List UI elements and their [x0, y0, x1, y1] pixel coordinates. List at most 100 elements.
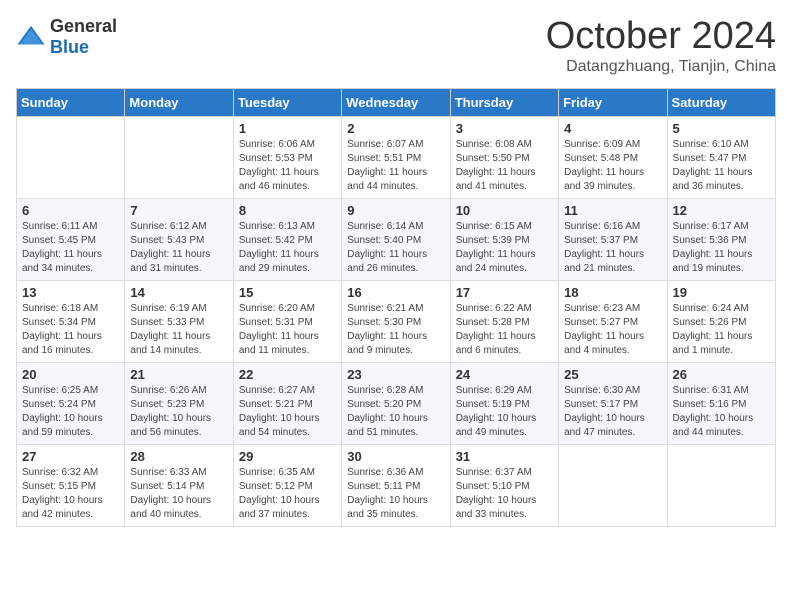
day-detail: Sunrise: 6:25 AMSunset: 5:24 PMDaylight:… — [22, 385, 103, 438]
day-detail: Sunrise: 6:18 AMSunset: 5:34 PMDaylight:… — [22, 303, 102, 356]
page-header: General Blue October 2024 Datangzhuang, … — [16, 16, 776, 76]
day-detail: Sunrise: 6:17 AMSunset: 5:36 PMDaylight:… — [673, 221, 753, 274]
table-row: 13 Sunrise: 6:18 AMSunset: 5:34 PMDaylig… — [17, 280, 125, 362]
day-detail: Sunrise: 6:19 AMSunset: 5:33 PMDaylight:… — [130, 303, 210, 356]
header-thursday: Thursday — [450, 88, 558, 116]
table-row: 7 Sunrise: 6:12 AMSunset: 5:43 PMDayligh… — [125, 198, 233, 280]
calendar-week-row: 27 Sunrise: 6:32 AMSunset: 5:15 PMDaylig… — [17, 444, 776, 526]
table-row: 30 Sunrise: 6:36 AMSunset: 5:11 PMDaylig… — [342, 444, 450, 526]
day-detail: Sunrise: 6:15 AMSunset: 5:39 PMDaylight:… — [456, 221, 536, 274]
table-row: 12 Sunrise: 6:17 AMSunset: 5:36 PMDaylig… — [667, 198, 775, 280]
logo-icon — [16, 22, 46, 52]
header-saturday: Saturday — [667, 88, 775, 116]
table-row: 21 Sunrise: 6:26 AMSunset: 5:23 PMDaylig… — [125, 362, 233, 444]
day-detail: Sunrise: 6:07 AMSunset: 5:51 PMDaylight:… — [347, 139, 427, 192]
table-row — [559, 444, 667, 526]
day-detail: Sunrise: 6:20 AMSunset: 5:31 PMDaylight:… — [239, 303, 319, 356]
day-number: 5 — [673, 121, 770, 136]
day-detail: Sunrise: 6:12 AMSunset: 5:43 PMDaylight:… — [130, 221, 210, 274]
day-number: 28 — [130, 449, 227, 464]
day-number: 27 — [22, 449, 119, 464]
day-detail: Sunrise: 6:14 AMSunset: 5:40 PMDaylight:… — [347, 221, 427, 274]
table-row: 2 Sunrise: 6:07 AMSunset: 5:51 PMDayligh… — [342, 116, 450, 198]
table-row: 31 Sunrise: 6:37 AMSunset: 5:10 PMDaylig… — [450, 444, 558, 526]
table-row: 24 Sunrise: 6:29 AMSunset: 5:19 PMDaylig… — [450, 362, 558, 444]
location-title: Datangzhuang, Tianjin, China — [546, 58, 776, 76]
day-detail: Sunrise: 6:28 AMSunset: 5:20 PMDaylight:… — [347, 385, 428, 438]
day-number: 12 — [673, 203, 770, 218]
weekday-header-row: Sunday Monday Tuesday Wednesday Thursday… — [17, 88, 776, 116]
day-detail: Sunrise: 6:30 AMSunset: 5:17 PMDaylight:… — [564, 385, 645, 438]
day-number: 16 — [347, 285, 444, 300]
table-row: 10 Sunrise: 6:15 AMSunset: 5:39 PMDaylig… — [450, 198, 558, 280]
table-row — [125, 116, 233, 198]
day-number: 31 — [456, 449, 553, 464]
table-row: 20 Sunrise: 6:25 AMSunset: 5:24 PMDaylig… — [17, 362, 125, 444]
day-number: 23 — [347, 367, 444, 382]
day-number: 25 — [564, 367, 661, 382]
table-row: 3 Sunrise: 6:08 AMSunset: 5:50 PMDayligh… — [450, 116, 558, 198]
table-row — [667, 444, 775, 526]
day-number: 24 — [456, 367, 553, 382]
day-number: 2 — [347, 121, 444, 136]
logo: General Blue — [16, 16, 117, 58]
table-row: 23 Sunrise: 6:28 AMSunset: 5:20 PMDaylig… — [342, 362, 450, 444]
day-number: 15 — [239, 285, 336, 300]
day-number: 1 — [239, 121, 336, 136]
header-tuesday: Tuesday — [233, 88, 341, 116]
day-detail: Sunrise: 6:33 AMSunset: 5:14 PMDaylight:… — [130, 467, 211, 520]
day-detail: Sunrise: 6:09 AMSunset: 5:48 PMDaylight:… — [564, 139, 644, 192]
title-block: October 2024 Datangzhuang, Tianjin, Chin… — [546, 16, 776, 76]
day-detail: Sunrise: 6:24 AMSunset: 5:26 PMDaylight:… — [673, 303, 753, 356]
table-row: 19 Sunrise: 6:24 AMSunset: 5:26 PMDaylig… — [667, 280, 775, 362]
day-detail: Sunrise: 6:36 AMSunset: 5:11 PMDaylight:… — [347, 467, 428, 520]
day-number: 10 — [456, 203, 553, 218]
day-detail: Sunrise: 6:13 AMSunset: 5:42 PMDaylight:… — [239, 221, 319, 274]
calendar-week-row: 1 Sunrise: 6:06 AMSunset: 5:53 PMDayligh… — [17, 116, 776, 198]
table-row: 25 Sunrise: 6:30 AMSunset: 5:17 PMDaylig… — [559, 362, 667, 444]
day-detail: Sunrise: 6:31 AMSunset: 5:16 PMDaylight:… — [673, 385, 754, 438]
day-detail: Sunrise: 6:23 AMSunset: 5:27 PMDaylight:… — [564, 303, 644, 356]
header-wednesday: Wednesday — [342, 88, 450, 116]
table-row: 28 Sunrise: 6:33 AMSunset: 5:14 PMDaylig… — [125, 444, 233, 526]
day-detail: Sunrise: 6:27 AMSunset: 5:21 PMDaylight:… — [239, 385, 320, 438]
day-detail: Sunrise: 6:08 AMSunset: 5:50 PMDaylight:… — [456, 139, 536, 192]
day-detail: Sunrise: 6:10 AMSunset: 5:47 PMDaylight:… — [673, 139, 753, 192]
day-number: 7 — [130, 203, 227, 218]
table-row — [17, 116, 125, 198]
day-number: 6 — [22, 203, 119, 218]
day-detail: Sunrise: 6:16 AMSunset: 5:37 PMDaylight:… — [564, 221, 644, 274]
day-detail: Sunrise: 6:22 AMSunset: 5:28 PMDaylight:… — [456, 303, 536, 356]
table-row: 1 Sunrise: 6:06 AMSunset: 5:53 PMDayligh… — [233, 116, 341, 198]
table-row: 9 Sunrise: 6:14 AMSunset: 5:40 PMDayligh… — [342, 198, 450, 280]
day-detail: Sunrise: 6:32 AMSunset: 5:15 PMDaylight:… — [22, 467, 103, 520]
table-row: 4 Sunrise: 6:09 AMSunset: 5:48 PMDayligh… — [559, 116, 667, 198]
header-friday: Friday — [559, 88, 667, 116]
day-number: 14 — [130, 285, 227, 300]
table-row: 8 Sunrise: 6:13 AMSunset: 5:42 PMDayligh… — [233, 198, 341, 280]
table-row: 18 Sunrise: 6:23 AMSunset: 5:27 PMDaylig… — [559, 280, 667, 362]
table-row: 22 Sunrise: 6:27 AMSunset: 5:21 PMDaylig… — [233, 362, 341, 444]
day-detail: Sunrise: 6:21 AMSunset: 5:30 PMDaylight:… — [347, 303, 427, 356]
day-number: 22 — [239, 367, 336, 382]
header-monday: Monday — [125, 88, 233, 116]
table-row: 27 Sunrise: 6:32 AMSunset: 5:15 PMDaylig… — [17, 444, 125, 526]
header-sunday: Sunday — [17, 88, 125, 116]
day-number: 30 — [347, 449, 444, 464]
month-title: October 2024 — [546, 16, 776, 58]
table-row: 6 Sunrise: 6:11 AMSunset: 5:45 PMDayligh… — [17, 198, 125, 280]
day-number: 17 — [456, 285, 553, 300]
day-detail: Sunrise: 6:11 AMSunset: 5:45 PMDaylight:… — [22, 221, 102, 274]
day-number: 9 — [347, 203, 444, 218]
logo-text: General Blue — [50, 16, 117, 58]
day-number: 21 — [130, 367, 227, 382]
table-row: 26 Sunrise: 6:31 AMSunset: 5:16 PMDaylig… — [667, 362, 775, 444]
day-number: 18 — [564, 285, 661, 300]
day-detail: Sunrise: 6:35 AMSunset: 5:12 PMDaylight:… — [239, 467, 320, 520]
day-number: 13 — [22, 285, 119, 300]
day-number: 29 — [239, 449, 336, 464]
table-row: 15 Sunrise: 6:20 AMSunset: 5:31 PMDaylig… — [233, 280, 341, 362]
day-number: 20 — [22, 367, 119, 382]
day-detail: Sunrise: 6:06 AMSunset: 5:53 PMDaylight:… — [239, 139, 319, 192]
table-row: 16 Sunrise: 6:21 AMSunset: 5:30 PMDaylig… — [342, 280, 450, 362]
